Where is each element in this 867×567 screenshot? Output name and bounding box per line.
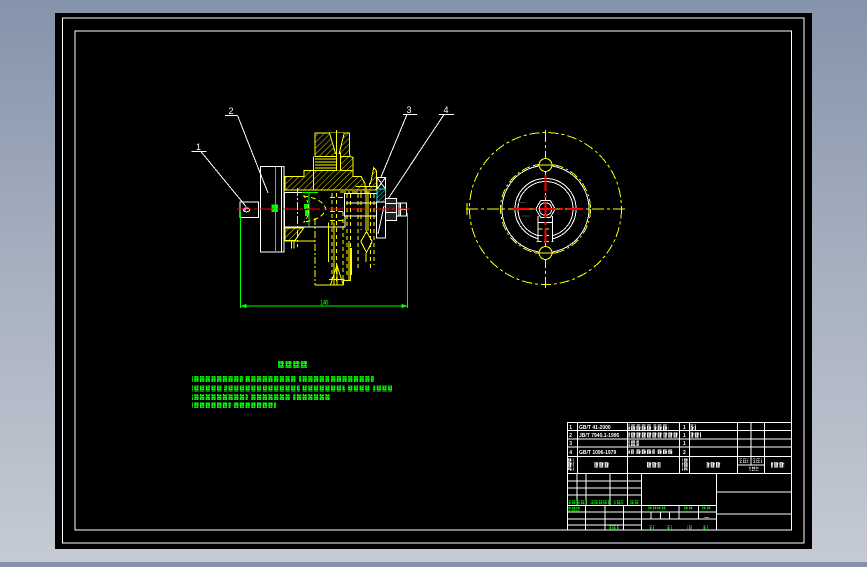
svg-text:3: 3	[569, 441, 572, 447]
svg-text:4: 4	[569, 450, 572, 456]
svg-text:GB/T 41-2000: GB/T 41-2000	[579, 425, 611, 431]
svg-text:1: 1	[569, 425, 572, 431]
svg-text:2: 2	[228, 106, 233, 116]
svg-text:JB/T 7940.1-1995: JB/T 7940.1-1995	[579, 433, 620, 439]
svg-text:3: 3	[406, 105, 411, 115]
svg-text:1: 1	[196, 142, 201, 152]
svg-text:1: 1	[683, 433, 686, 439]
svg-text:146: 146	[320, 301, 329, 307]
svg-text:4: 4	[443, 105, 448, 115]
svg-text:2: 2	[683, 450, 686, 456]
svg-text:2: 2	[569, 433, 572, 439]
svg-text:GB/T 1096-1979: GB/T 1096-1979	[579, 450, 616, 456]
svg-text:1: 1	[683, 441, 686, 447]
svg-text:1: 1	[683, 425, 686, 431]
